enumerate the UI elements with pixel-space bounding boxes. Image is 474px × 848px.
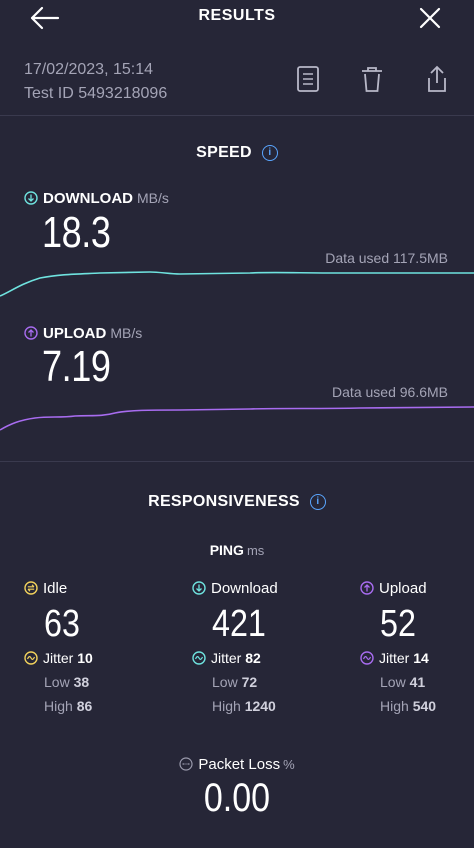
upload-jitter-value: 14 (413, 650, 429, 666)
close-icon[interactable] (416, 4, 444, 32)
ping-label: PING (209, 542, 244, 558)
info-icon[interactable]: i (309, 494, 326, 510)
page-title: RESULTS (198, 7, 276, 24)
upload-ping-label: Upload (379, 580, 427, 597)
test-meta: 17/02/2023, 15:14 Test ID 5493218096 (24, 58, 167, 106)
upload-graph (0, 406, 474, 431)
high-label: High (212, 698, 241, 714)
low-label: Low (212, 674, 238, 690)
jitter-label: Jitter (379, 650, 410, 666)
upload-label: UPLOAD MB/s (24, 325, 142, 342)
ping-download-column: Download 421 Jitter 82 Low 72 High 1240 (192, 580, 332, 714)
info-icon[interactable]: i (261, 145, 278, 161)
upload-unit: MB/s (110, 325, 143, 341)
idle-label: Idle (43, 580, 68, 597)
test-id: Test ID 5493218096 (24, 85, 168, 102)
high-label: High (380, 698, 409, 714)
jitter-label: Jitter (211, 650, 242, 666)
idle-high-value: 86 (76, 698, 93, 714)
download-speed-value: 18.3 (42, 208, 111, 257)
upload-speed-value: 7.19 (42, 342, 111, 391)
upload-arrow-icon (24, 326, 38, 340)
idle-jitter-value: 10 (77, 650, 93, 666)
upload-ping-value: 52 (380, 603, 416, 645)
upload-arrow-icon (360, 581, 374, 595)
jitter-icon (24, 651, 38, 665)
download-arrow-icon (24, 191, 38, 205)
download-label: DOWNLOAD MB/s (24, 190, 169, 207)
trash-icon[interactable] (359, 64, 385, 94)
download-arrow-icon (192, 581, 206, 595)
test-datetime: 17/02/2023, 15:14 (24, 61, 154, 78)
packet-loss-unit: % (283, 757, 295, 772)
header: RESULTS (0, 0, 474, 34)
packet-loss-icon (179, 757, 193, 771)
divider (0, 115, 474, 116)
share-icon[interactable] (424, 64, 450, 94)
download-label-text: DOWNLOAD (43, 190, 133, 207)
responsiveness-title-text: RESPONSIVENESS (148, 493, 300, 510)
divider (0, 461, 474, 462)
idle-icon (24, 581, 38, 595)
jitter-icon (192, 651, 206, 665)
responsiveness-section-title: RESPONSIVENESS i (0, 493, 474, 511)
jitter-label: Jitter (43, 650, 74, 666)
download-ping-label: Download (211, 580, 278, 597)
jitter-icon (360, 651, 374, 665)
upload-low-value: 41 (409, 674, 426, 690)
download-graph (0, 271, 474, 297)
packet-loss-label: Packet Loss% (0, 756, 474, 773)
speed-title-text: SPEED (196, 144, 252, 161)
low-label: Low (380, 674, 406, 690)
upload-high-value: 540 (412, 698, 437, 714)
high-label: High (44, 698, 73, 714)
download-low-value: 72 (241, 674, 258, 690)
ping-upload-column: Upload 52 Jitter 14 Low 41 High 540 (360, 580, 474, 714)
ping-title: PING ms (0, 542, 474, 558)
download-ping-value: 421 (212, 603, 266, 645)
download-jitter-value: 82 (245, 650, 261, 666)
packet-loss-text: Packet Loss (198, 756, 281, 773)
download-high-value: 1240 (244, 698, 276, 714)
ping-idle-column: Idle 63 Jitter 10 Low 38 High 86 (24, 580, 164, 714)
packet-loss-value: 0.00 (203, 776, 271, 820)
download-unit: MB/s (137, 190, 169, 206)
idle-low-value: 38 (73, 674, 90, 690)
idle-ping-value: 63 (44, 603, 80, 645)
report-icon[interactable] (295, 64, 321, 94)
low-label: Low (44, 674, 70, 690)
ping-unit: ms (246, 543, 265, 558)
speed-section-title: SPEED i (0, 144, 474, 162)
upload-label-text: UPLOAD (43, 325, 107, 342)
